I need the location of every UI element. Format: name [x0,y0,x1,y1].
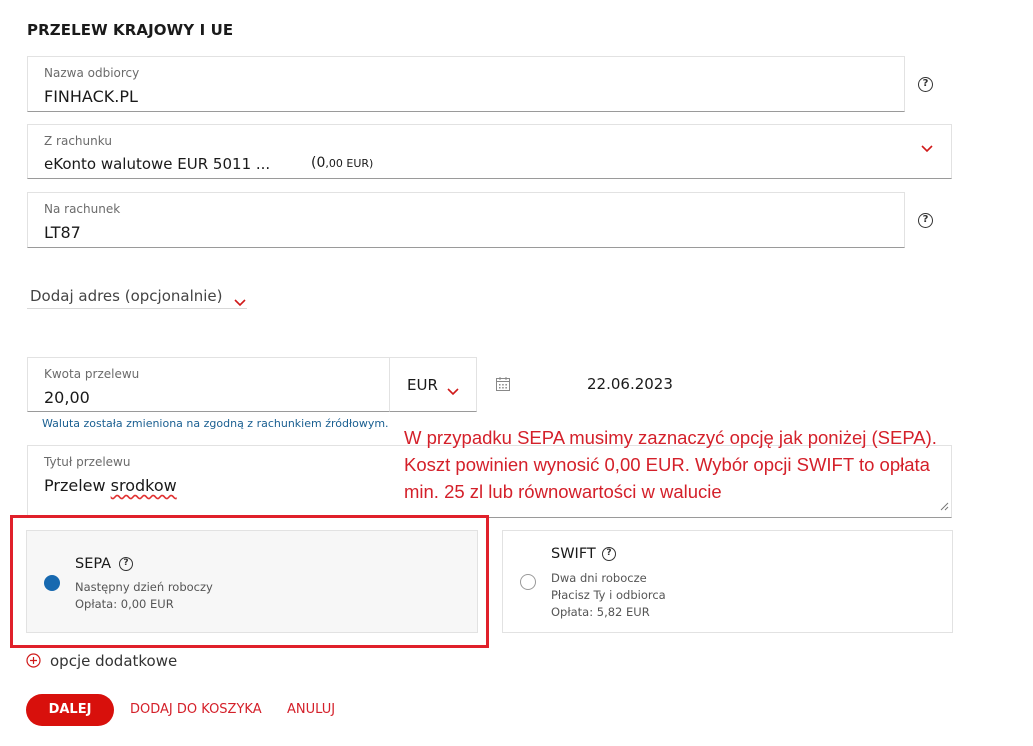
to-account-field[interactable]: Na rachunek LT87 [27,192,905,248]
swift-fee: Opłata: 5,82 EUR [551,605,650,619]
sepa-timing: Następny dzień roboczy [75,580,213,594]
swift-radio[interactable] [520,574,536,590]
page-title: PRZELEW KRAJOWY I UE [27,21,234,39]
amount-field[interactable]: Kwota przelewu 20,00 [27,357,390,412]
chevron-down-icon [234,293,246,311]
to-account-help-icon[interactable]: ? [918,213,933,228]
sepa-option-card[interactable]: SEPA ? Następny dzień roboczy Opłata: 0,… [26,530,478,633]
next-button[interactable]: DALEJ [26,694,114,726]
recipient-help-icon[interactable]: ? [918,77,933,92]
annotation-text: W przypadku SEPA musimy zaznaczyć opcję … [404,427,937,502]
textarea-resize-icon[interactable] [940,496,949,515]
swift-payer: Płacisz Ty i odbiorca [551,588,666,602]
from-account-select[interactable]: Z rachunku eKonto walutowe EUR 5011 ... … [27,124,952,179]
sepa-radio[interactable] [44,575,60,591]
amount-label: Kwota przelewu [44,367,140,381]
recipient-value[interactable]: FINHACK.PL [44,87,138,106]
add-to-cart-button[interactable]: DODAJ DO KOSZYKA [130,702,262,717]
date-value[interactable]: 22.06.2023 [587,375,673,393]
amount-value[interactable]: 20,00 [44,388,90,407]
currency-change-note: Waluta została zmieniona na zgodną z rac… [42,417,389,430]
recipient-field[interactable]: Nazwa odbiorcy FINHACK.PL [27,56,905,112]
sepa-fee: Opłata: 0,00 EUR [75,597,174,611]
add-address-label: Dodaj adres (opcjonalnie) [30,287,223,305]
to-account-label: Na rachunek [44,202,121,216]
currency-value: EUR [407,376,438,394]
cancel-button[interactable]: ANULUJ [287,702,335,717]
sepa-title: SEPA [75,556,112,572]
add-address-toggle[interactable]: Dodaj adres (opcjonalnie) [27,285,247,309]
swift-help-icon[interactable]: ? [602,547,616,561]
to-account-value[interactable]: LT87 [44,223,81,242]
recipient-label: Nazwa odbiorcy [44,66,140,80]
chevron-down-icon[interactable] [921,145,933,153]
from-account-balance: (0,00 EUR) [311,155,374,171]
chevron-down-icon [447,381,459,400]
swift-timing: Dwa dni robocze [551,571,647,585]
swift-title: SWIFT [551,546,596,562]
calendar-icon[interactable] [495,376,511,396]
additional-options-label: opcje dodatkowe [50,652,178,670]
plus-circle-icon [26,653,41,672]
from-account-value: eKonto walutowe EUR 5011 ... [44,155,271,173]
currency-select[interactable]: EUR [389,357,477,412]
transfer-title-value[interactable]: Przelew srodkow [44,476,177,495]
transfer-title-label: Tytuł przelewu [44,455,131,469]
sepa-help-icon[interactable]: ? [119,557,133,571]
from-account-label: Z rachunku [44,134,112,148]
swift-option-card[interactable]: SWIFT ? Dwa dni robocze Płacisz Ty i odb… [502,530,953,633]
